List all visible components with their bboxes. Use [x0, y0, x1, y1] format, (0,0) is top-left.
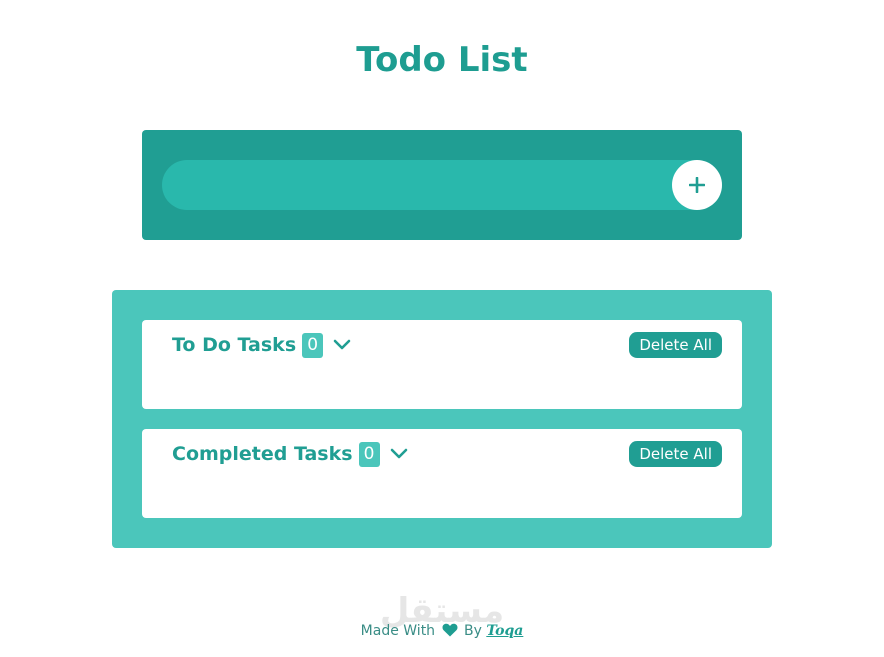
task-input[interactable]: [162, 160, 722, 210]
todo-app: Todo List To Do Tasks 0 Delete All Compl…: [0, 0, 884, 657]
chevron-down-icon[interactable]: [389, 441, 409, 467]
todo-count-badge: 0: [302, 332, 324, 358]
todo-tasks-card: To Do Tasks 0 Delete All: [142, 320, 742, 409]
footer-by: By: [463, 623, 482, 639]
completed-tasks-header: Completed Tasks 0: [172, 441, 409, 467]
add-task-panel: [142, 130, 742, 240]
todo-tasks-title: To Do Tasks: [172, 334, 297, 356]
add-task-button[interactable]: [672, 160, 722, 210]
completed-tasks-title: Completed Tasks: [172, 443, 353, 465]
footer-made-with: Made With: [360, 623, 436, 639]
completed-count-badge: 0: [358, 441, 380, 467]
delete-all-completed-button[interactable]: Delete All: [629, 441, 722, 467]
completed-tasks-card: Completed Tasks 0 Delete All: [142, 429, 742, 518]
delete-all-todo-button[interactable]: Delete All: [629, 332, 722, 358]
page-title: Todo List: [356, 40, 528, 80]
author-link[interactable]: Toqa: [486, 623, 523, 639]
heart-icon: [442, 623, 457, 637]
chevron-down-icon[interactable]: [332, 332, 352, 358]
tasks-panel: To Do Tasks 0 Delete All Completed Tasks…: [112, 290, 772, 548]
footer: Made With By Toqa: [0, 620, 884, 642]
todo-tasks-header: To Do Tasks 0: [172, 332, 352, 358]
plus-icon: [689, 177, 705, 193]
